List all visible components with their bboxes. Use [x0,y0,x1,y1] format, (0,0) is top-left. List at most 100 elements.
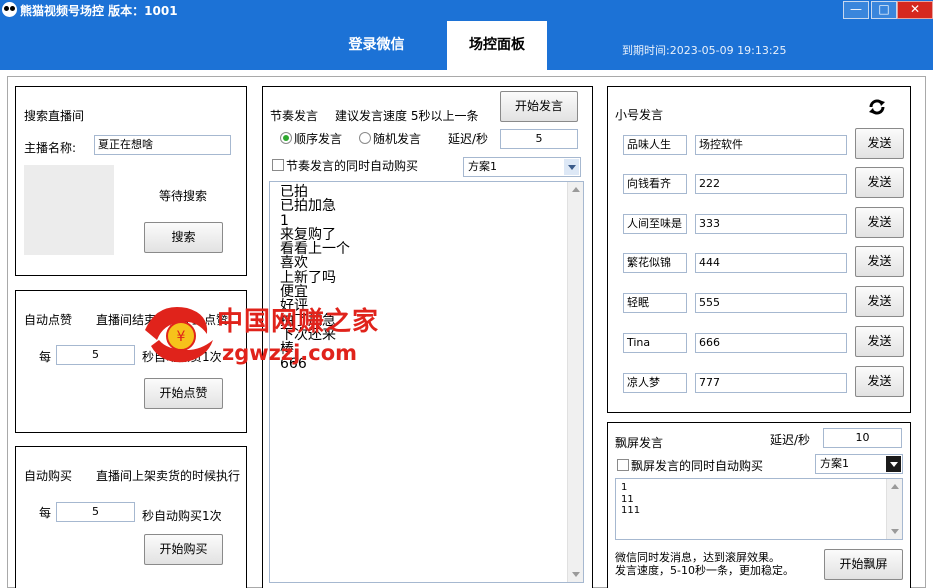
screen-script-lines: 1 11 111 [621,482,640,517]
start-speech-button[interactable]: 开始发言 [500,91,578,122]
watermark: ¥ 中国网赚之家 zgwzzj.com [137,300,387,372]
title-bar: 熊猫视频号场控 版本：1001 — □ ✕ 登录微信 场控面板 到期时间:202… [0,0,933,70]
alt-account-message[interactable]: 222 [695,174,847,194]
screen-autobuy-label: 飘屏发言的同时自动购买 [631,459,764,473]
random-speech-radio[interactable] [359,132,371,144]
tab-control-panel[interactable]: 场控面板 [447,21,547,70]
screen-line: 11 [621,493,634,505]
screen-plan-select[interactable]: 方案1 [815,454,903,474]
scroll-up-icon[interactable] [572,187,580,192]
expire-time: 到期时间:2023-05-09 19:13:25 [622,44,787,57]
host-avatar [24,165,114,255]
auto-buy-note: 直播间上架卖货的时候执行 [96,469,241,483]
scroll-down-icon[interactable] [572,572,580,577]
alt-account-message[interactable]: 444 [695,253,847,273]
tab-login-wechat[interactable]: 登录微信 [325,21,428,70]
search-button[interactable]: 搜索 [144,222,223,253]
rhythm-plan-value: 方案1 [468,160,497,173]
script-line: 上新了吗 [280,269,336,286]
start-screen-button[interactable]: 开始飘屏 [824,549,903,580]
screen-autobuy-checkbox[interactable] [617,459,629,471]
send-button-3[interactable]: 发送 [855,207,904,238]
script-line: 看看上一个 [280,241,350,258]
auto-like-interval-input[interactable]: 5 [56,345,135,365]
screen-delay-input[interactable]: 10 [823,428,902,448]
alt-accounts-title: 小号发言 [615,108,664,122]
screen-speech-title: 飘屏发言 [615,436,664,450]
svg-text:¥: ¥ [177,329,186,345]
rhythm-plan-select[interactable]: 方案1 [463,157,581,177]
chevron-down-icon [564,159,579,175]
script-line: 便宜 [280,284,308,301]
start-buy-button[interactable]: 开始购买 [144,534,223,565]
start-like-button[interactable]: 开始点赞 [144,378,223,409]
alt-account-name[interactable]: 繁花似锦 [623,253,687,273]
auto-buy-title: 自动购买 [24,469,73,483]
send-button-2[interactable]: 发送 [855,167,904,198]
auto-buy-unit: 秒自动购买1次 [142,509,222,523]
minimize-button[interactable]: — [843,1,869,19]
chevron-down-icon [886,456,901,472]
auto-buy-every-label: 每 [39,506,52,520]
scroll-down-icon[interactable] [891,529,899,534]
search-panel: 搜索直播间 主播名称: 夏正在想啥 等待搜索 搜索 [15,86,247,276]
close-button[interactable]: ✕ [897,1,933,19]
auto-like-every-label: 每 [39,350,52,364]
send-button-7[interactable]: 发送 [855,366,904,397]
alt-account-name[interactable]: 向钱看齐 [623,174,687,194]
panda-logo-icon [2,2,17,17]
alt-account-message[interactable]: 777 [695,373,847,393]
alt-account-message[interactable]: 555 [695,293,847,313]
auto-like-title: 自动点赞 [24,313,73,327]
host-name-input[interactable]: 夏正在想啥 [94,135,231,155]
scroll-up-icon[interactable] [891,484,899,489]
rhythm-script-textarea[interactable]: 已拍 已拍加急 1 来复购了 看看上一个 喜欢 上新了吗 便宜 好评 拍了加急 … [269,181,584,583]
screen-script-textarea[interactable]: 1 11 111 [615,478,903,540]
alt-account-name[interactable]: Tina [623,333,687,353]
script-line: 来复购了 [280,226,336,243]
auto-buy-interval-input[interactable]: 5 [56,502,135,522]
screen-plan-value: 方案1 [820,457,849,470]
screen-line: 1 [621,482,628,493]
random-speech-label: 随机发言 [373,132,422,146]
screen-note-2: 发言速度，5-10秒一条，更加稳定。 [615,564,794,577]
script-line: 喜欢 [280,255,308,272]
auto-buy-panel: 自动购买 直播间上架卖货的时候执行 每 5 秒自动购买1次 开始购买 [15,446,247,588]
search-panel-title: 搜索直播间 [24,109,85,123]
alt-accounts-panel: 小号发言 品味人生 场控软件 发送 向钱看齐 222 发送 人间至味是 333 … [607,86,911,413]
order-speech-radio[interactable] [280,132,292,144]
maximize-button[interactable]: □ [871,1,897,19]
send-button-6[interactable]: 发送 [855,326,904,357]
send-button-4[interactable]: 发送 [855,246,904,277]
alt-account-message[interactable]: 场控软件 [695,135,847,155]
window-title: 熊猫视频号场控 版本：1001 [20,4,178,18]
search-status: 等待搜索 [159,189,208,203]
alt-account-name[interactable]: 品味人生 [623,135,687,155]
screen-line: 111 [621,505,641,516]
screen-delay-label: 延迟/秒 [770,433,811,447]
dragon-coin-icon: ¥ [145,306,213,363]
rhythm-autobuy-checkbox[interactable] [272,159,284,171]
rhythm-scrollbar[interactable] [567,182,583,582]
rhythm-delay-label: 延迟/秒 [448,132,489,146]
send-button-1[interactable]: 发送 [855,128,904,159]
alt-account-message[interactable]: 666 [695,333,847,353]
refresh-icon[interactable] [867,97,887,117]
screen-speech-panel: 飘屏发言 延迟/秒 10 飘屏发言的同时自动购买 方案1 1 11 111 微信… [607,422,911,588]
rhythm-title: 节奏发言 [270,109,319,123]
script-line: 已拍加急 [280,198,336,215]
script-line: 已拍 [280,184,308,200]
rhythm-autobuy-label: 节奏发言的同时自动购买 [286,159,419,173]
screen-scrollbar[interactable] [886,479,902,539]
watermark-name: 中国网赚之家 [217,307,380,337]
alt-account-name[interactable]: 凉人梦 [623,373,687,393]
host-name-label: 主播名称: [24,141,77,155]
script-line: 1 [280,212,289,229]
alt-account-name[interactable]: 人间至味是 [623,214,687,234]
alt-account-name[interactable]: 轻眠 [623,293,687,313]
alt-account-message[interactable]: 333 [695,214,847,234]
rhythm-delay-input[interactable]: 5 [500,129,578,149]
send-button-5[interactable]: 发送 [855,286,904,317]
rhythm-hint: 建议发言速度 5秒以上一条 [335,109,479,123]
order-speech-label: 顺序发言 [294,132,343,146]
